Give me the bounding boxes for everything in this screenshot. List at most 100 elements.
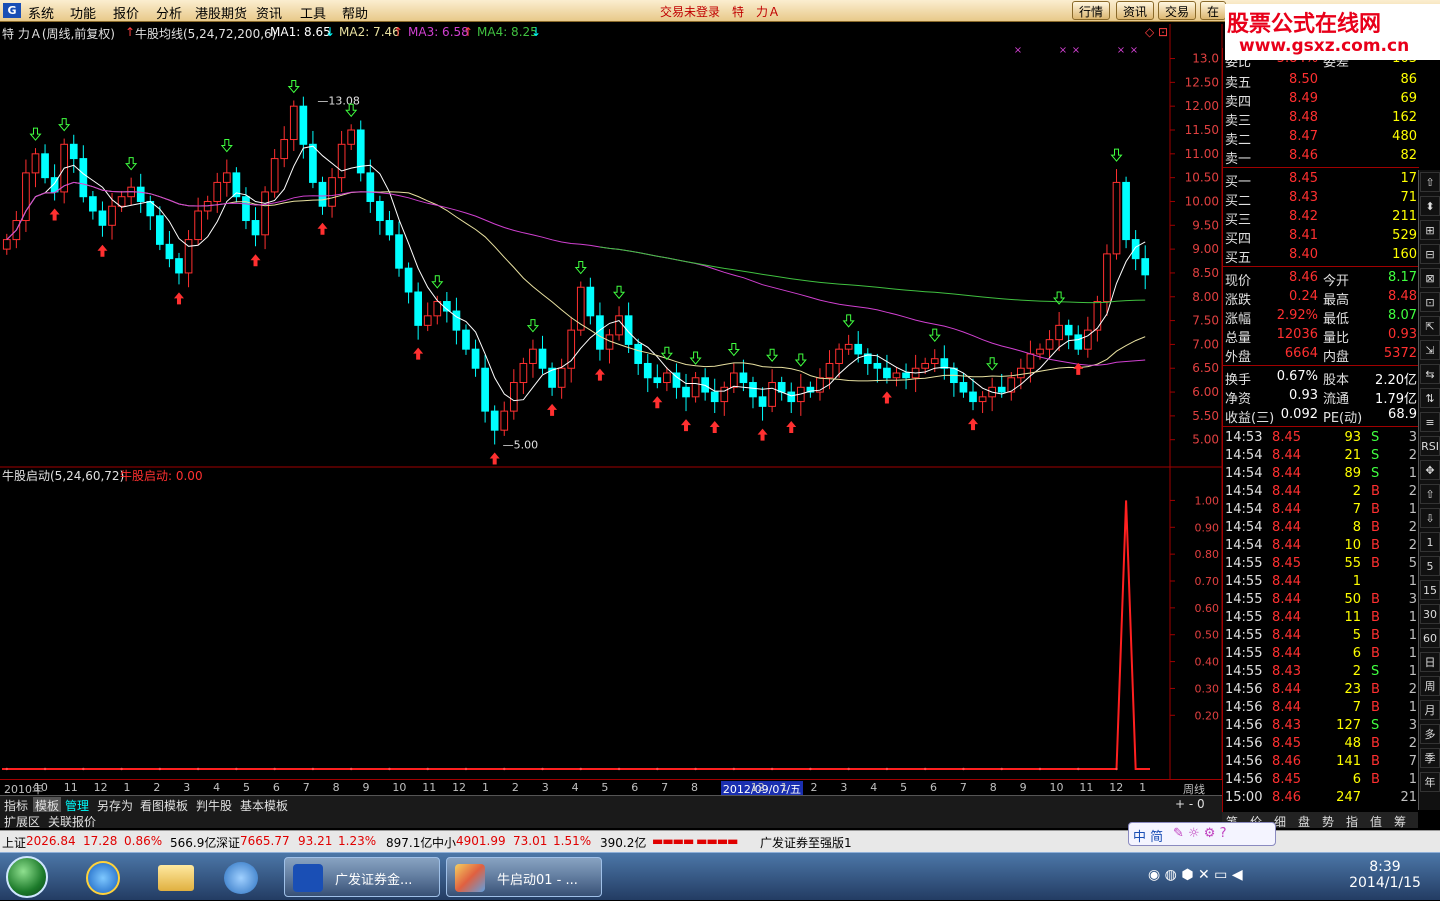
- watermark: 股票公式在线网 www.gsxz.com.cn: [1225, 4, 1440, 60]
- taskbar-item-niu[interactable]: 牛启动01 - ...: [446, 857, 602, 897]
- clock[interactable]: 8:39 2014/1/15: [1340, 859, 1430, 891]
- menu-function[interactable]: 功能: [70, 3, 96, 22]
- online-button[interactable]: 在: [1200, 1, 1227, 20]
- clock-time: 8:39: [1369, 859, 1401, 875]
- menu-quote[interactable]: 报价: [113, 3, 139, 22]
- candle-body: [175, 258, 183, 274]
- side-button[interactable]: 季: [1420, 748, 1440, 768]
- side-button[interactable]: 周: [1420, 676, 1440, 696]
- side-button[interactable]: ⬍: [1420, 196, 1440, 216]
- side-button[interactable]: ⇆: [1420, 364, 1440, 384]
- side-button[interactable]: 多: [1420, 724, 1440, 744]
- candle-body: [318, 181, 327, 207]
- time-tick-label: 4: [571, 781, 579, 794]
- price-tick-label: 8.00: [1192, 290, 1219, 304]
- chart-corner-icons[interactable]: ◇ ⊡: [1145, 25, 1168, 39]
- side-button[interactable]: 60: [1420, 628, 1440, 648]
- ie-icon[interactable]: [86, 861, 120, 895]
- kline-chart[interactable]: —13.08—5.00× × × × × 13.012.5012.0011.5011.0…: [0, 24, 1225, 780]
- bid-row: 买四 8.41 529: [1225, 228, 1417, 247]
- side-button[interactable]: ⇧: [1420, 172, 1440, 192]
- menu-hk-futures[interactable]: 港股期货: [195, 3, 247, 22]
- buy-arrow-icon: [173, 292, 184, 305]
- quote-tab[interactable]: 势: [1322, 813, 1334, 830]
- tab-related-quote[interactable]: 关联报价: [48, 813, 96, 830]
- watermark-title: 股票公式在线网: [1227, 12, 1382, 37]
- tick-row: 14:55 8.44 11 B 1: [1225, 610, 1417, 625]
- candle-body: [1131, 239, 1140, 260]
- chart-info-bar: 特 力Ａ(周线,前复权) ↑ 牛股均线(5,24,72,200,6) MA1: …: [0, 24, 1170, 42]
- menu-help[interactable]: 帮助: [342, 3, 368, 22]
- stat-row: 涨跌 0.24 最高 8.48: [1225, 289, 1417, 308]
- side-button[interactable]: 5: [1420, 556, 1440, 576]
- candle-body: [825, 362, 834, 379]
- menu-tools[interactable]: 工具: [300, 3, 326, 22]
- candle-body: [854, 343, 863, 355]
- side-button[interactable]: ⇅: [1420, 388, 1440, 408]
- time-tick-label: 10: [1049, 781, 1064, 794]
- lower-tick-label: 0.30: [1195, 682, 1220, 695]
- candle-body: [634, 343, 643, 364]
- news-button[interactable]: 资讯: [1116, 1, 1155, 20]
- watermark-url: www.gsxz.com.cn: [1239, 36, 1410, 56]
- side-button[interactable]: ⊞: [1420, 220, 1440, 240]
- side-button[interactable]: ≡: [1420, 412, 1440, 432]
- side-button[interactable]: ⊡: [1420, 292, 1440, 312]
- signal-mark: ×: [1130, 45, 1138, 56]
- sell-arrow-icon: [58, 118, 71, 132]
- menu-analysis[interactable]: 分析: [156, 3, 182, 22]
- sell-arrow-icon: [125, 157, 138, 171]
- side-button[interactable]: RSI: [1420, 436, 1440, 456]
- candle-body: [366, 172, 375, 202]
- candle-body: [1045, 339, 1054, 350]
- buy-arrow-icon: [652, 396, 663, 409]
- buy-arrow-icon: [968, 418, 979, 431]
- side-button[interactable]: ⊟: [1420, 244, 1440, 264]
- candle-body: [969, 391, 977, 403]
- buy-arrow-icon: [250, 254, 261, 267]
- signal-dot: [5, 767, 8, 771]
- side-button[interactable]: ✥: [1420, 460, 1440, 480]
- signal-dot: [235, 767, 238, 771]
- side-button[interactable]: 月: [1420, 700, 1440, 720]
- signal-line: [2, 500, 1150, 770]
- ime-label[interactable]: 中 简: [1133, 826, 1163, 845]
- side-button[interactable]: ⊠: [1420, 268, 1440, 288]
- clock-date: 2014/1/15: [1349, 875, 1421, 891]
- side-button[interactable]: ⇱: [1420, 316, 1440, 336]
- menu-news[interactable]: 资讯: [256, 3, 282, 22]
- separator: [1223, 167, 1419, 168]
- trade-button[interactable]: 交易: [1158, 1, 1197, 20]
- price-tick-label: 8.50: [1192, 266, 1219, 280]
- bid-row: 买二 8.43 71: [1225, 190, 1417, 209]
- app-icon[interactable]: [224, 862, 258, 894]
- network-icon[interactable]: ◉ ◍ ⬢ ✕ ▭ ◀: [1148, 867, 1243, 883]
- start-button[interactable]: [6, 856, 48, 898]
- signal-dot: [579, 767, 582, 771]
- side-button[interactable]: 年: [1420, 772, 1440, 792]
- side-button[interactable]: ⇩: [1420, 508, 1440, 528]
- ime-toolbar[interactable]: 中 简 ✎ ☼ ⚙ ?: [1128, 822, 1276, 846]
- signal-dot: [120, 767, 123, 771]
- side-button[interactable]: 日: [1420, 652, 1440, 672]
- quote-tab[interactable]: 盘: [1298, 813, 1310, 830]
- side-button[interactable]: ⇲: [1420, 340, 1440, 360]
- side-button[interactable]: 1: [1420, 532, 1440, 552]
- quote-tab[interactable]: 指: [1346, 813, 1358, 830]
- quote-tab[interactable]: 筹: [1394, 813, 1406, 830]
- zoom-controls[interactable]: + - 0: [1175, 797, 1205, 811]
- side-button[interactable]: ⇧: [1420, 484, 1440, 504]
- menu-system[interactable]: 系统: [28, 3, 54, 22]
- quote-tab[interactable]: 值: [1370, 813, 1382, 830]
- indicator-name[interactable]: 牛股均线(5,24,72,200,6): [135, 25, 276, 42]
- side-button[interactable]: 15: [1420, 580, 1440, 600]
- tab-extension[interactable]: 扩展区: [4, 813, 40, 830]
- quote-button[interactable]: 行情: [1072, 1, 1111, 20]
- side-button[interactable]: 30: [1420, 604, 1440, 624]
- folder-icon[interactable]: [158, 865, 194, 891]
- ime-tools-icon[interactable]: ✎ ☼ ⚙ ?: [1173, 826, 1227, 841]
- taskbar-item-gf[interactable]: 广发证券金...: [284, 857, 440, 897]
- signal-bars-icon: ▬▬▬▬ ▬▬▬▬: [652, 834, 739, 848]
- tick-row: 14:54 8.44 10 B 2: [1225, 538, 1417, 553]
- candle-body: [328, 177, 336, 207]
